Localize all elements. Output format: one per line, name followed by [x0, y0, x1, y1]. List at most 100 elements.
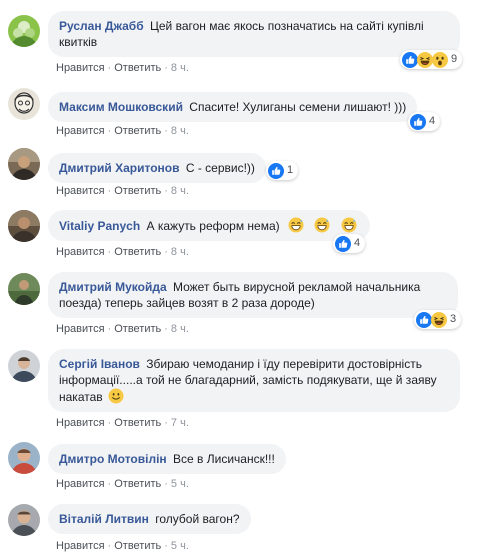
avatar[interactable] [8, 504, 40, 536]
separator: · [164, 185, 168, 197]
reaction-count: 9 [451, 53, 458, 65]
reaction-count: 4 [354, 237, 361, 249]
wow-icon [432, 52, 448, 68]
separator: · [107, 246, 112, 258]
reactions-summary[interactable]: 1 [266, 161, 299, 180]
separator: · [164, 246, 168, 258]
comment-time[interactable]: 7 ч. [171, 417, 189, 429]
comment-time[interactable]: 8 ч. [171, 323, 189, 335]
comment-author[interactable]: Руслан Джабб [59, 19, 144, 33]
separator: · [107, 62, 112, 74]
smile-emoji [108, 388, 124, 404]
comment-text: С - сервис!)) [185, 161, 255, 175]
separator: · [107, 540, 112, 552]
avatar[interactable] [8, 210, 40, 242]
comment-actions: Нравится · Ответить · 7 ч. [56, 416, 189, 430]
comment-author[interactable]: Vitaliy Panych [59, 219, 140, 233]
comment-bubble: Vitaliy Panych А кажуть реформ нема) [48, 210, 370, 241]
comment-actions: Нравится · Ответить · 5 ч. [56, 477, 189, 491]
separator: · [164, 478, 168, 490]
avatar[interactable] [8, 148, 40, 180]
separator: · [164, 323, 168, 335]
comment-bubble: Віталій Литвин голубой вагон? [48, 504, 251, 534]
comment-time[interactable]: 5 ч. [171, 478, 189, 490]
separator: · [107, 185, 112, 197]
reply-link[interactable]: Ответить [114, 125, 161, 137]
comment-actions: Нравится · Ответить · 8 ч. [56, 61, 189, 75]
like-link[interactable]: Нравится [56, 323, 105, 335]
like-icon [416, 312, 432, 328]
separator: · [164, 417, 168, 429]
comment-text: Все в Лисичанск!!! [173, 452, 275, 466]
comment-bubble: Дмитрий Мукойда Может быть вирусной рекл… [48, 272, 458, 318]
comment-actions: Нравится · Ответить · 8 ч. [56, 322, 189, 336]
avatar[interactable] [8, 15, 40, 47]
comment-time[interactable]: 8 ч. [171, 62, 189, 74]
avatar[interactable] [8, 442, 40, 474]
reply-link[interactable]: Ответить [114, 540, 161, 552]
comment-text: А кажуть реформ нема) [146, 219, 280, 233]
reply-link[interactable]: Ответить [114, 62, 161, 74]
comment-author[interactable]: Сергій Іванов [59, 357, 140, 371]
separator: · [107, 417, 112, 429]
separator: · [164, 540, 168, 552]
reaction-count: 3 [450, 313, 457, 325]
comment-bubble: Дмитрий Харитонов С - сервис!)) [48, 153, 266, 183]
reply-link[interactable]: Ответить [114, 417, 161, 429]
like-link[interactable]: Нравится [56, 185, 105, 197]
separator: · [107, 323, 112, 335]
grinning-sweat-emoji [288, 217, 304, 233]
comment-actions: Нравится · Ответить · 8 ч. [56, 124, 189, 138]
comment-time[interactable]: 8 ч. [171, 246, 189, 258]
like-link[interactable]: Нравится [56, 62, 105, 74]
grinning-sweat-emoji [341, 217, 357, 233]
reply-link[interactable]: Ответить [114, 478, 161, 490]
comment-author[interactable]: Дмитрий Мукойда [59, 280, 167, 294]
like-link[interactable]: Нравится [56, 417, 105, 429]
reaction-count: 1 [287, 164, 294, 176]
like-link[interactable]: Нравится [56, 540, 105, 552]
like-icon [402, 52, 418, 68]
reactions-summary[interactable]: 4 [408, 112, 441, 131]
comments-list: Руслан Джабб Цей вагон має якось познача… [0, 0, 492, 556]
grinning-sweat-emoji [314, 217, 330, 233]
comment-author[interactable]: Максим Мошковский [59, 100, 183, 114]
comment-bubble: Дмитро Мотовілін Все в Лисичанск!!! [48, 444, 286, 474]
reaction-count: 4 [429, 115, 436, 127]
avatar[interactable] [8, 273, 40, 305]
separator: · [164, 125, 168, 137]
reply-link[interactable]: Ответить [114, 246, 161, 258]
comment-bubble: Руслан Джабб Цей вагон має якось познача… [48, 11, 460, 57]
comment-time[interactable]: 8 ч. [171, 125, 189, 137]
avatar[interactable] [8, 350, 40, 382]
comment-text: Спасите! Хулиганы семени лишают! ))) [189, 100, 407, 114]
reply-link[interactable]: Ответить [114, 185, 161, 197]
comment-time[interactable]: 8 ч. [171, 185, 189, 197]
comment-actions: Нравится · Ответить · 5 ч. [56, 539, 189, 553]
separator: · [107, 478, 112, 490]
comment-bubble: Максим Мошковский Спасите! Хулиганы семе… [48, 92, 418, 122]
comment-author[interactable]: Дмитро Мотовілін [59, 452, 167, 466]
comment-bubble: Сергій Іванов Збираю чемоданир і їду пер… [48, 349, 460, 412]
like-icon [335, 236, 351, 252]
haha-icon [431, 312, 447, 328]
comment-text: голубой вагон? [155, 512, 240, 526]
haha-icon [417, 52, 433, 68]
reactions-summary[interactable]: 3 [414, 310, 462, 329]
separator: · [107, 125, 112, 137]
reactions-summary[interactable]: 4 [333, 234, 366, 253]
separator: · [164, 62, 168, 74]
avatar[interactable] [8, 88, 40, 120]
comment-actions: Нравится · Ответить · 8 ч. [56, 245, 189, 259]
like-icon [268, 163, 284, 179]
like-link[interactable]: Нравится [56, 246, 105, 258]
reply-link[interactable]: Ответить [114, 323, 161, 335]
comment-author[interactable]: Віталій Литвин [59, 512, 149, 526]
comment-author[interactable]: Дмитрий Харитонов [59, 161, 180, 175]
like-icon [410, 114, 426, 130]
comment-time[interactable]: 5 ч. [171, 540, 189, 552]
reactions-summary[interactable]: 9 [400, 50, 463, 69]
like-link[interactable]: Нравится [56, 478, 105, 490]
like-link[interactable]: Нравится [56, 125, 105, 137]
comment-actions: Нравится · Ответить · 8 ч. [56, 184, 189, 198]
